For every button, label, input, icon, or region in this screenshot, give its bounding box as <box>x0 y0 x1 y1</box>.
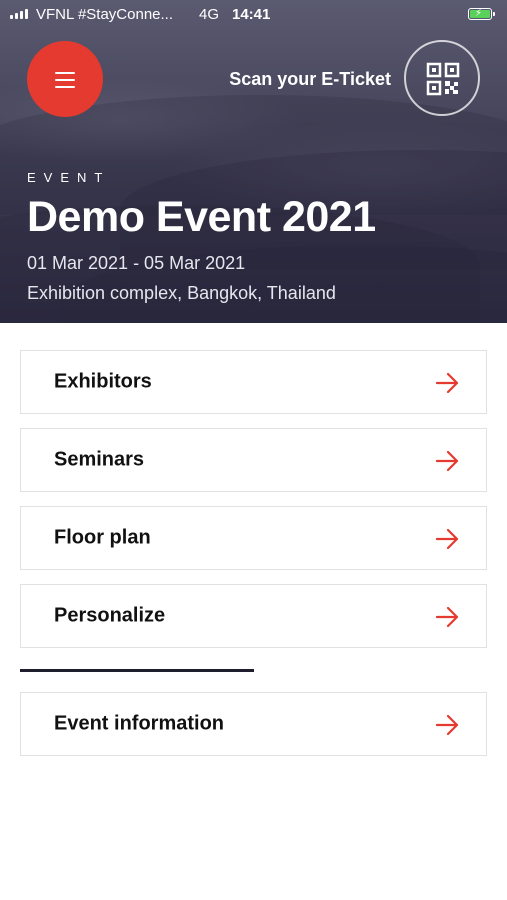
status-bar: VFNL #StayConne... 4G 14:41 ⚡ <box>0 0 507 30</box>
floor-plan-link[interactable]: Floor plan <box>20 506 487 570</box>
arrow-right-icon <box>436 714 459 736</box>
nav-item-label: Exhibitors <box>54 370 152 393</box>
event-venue: Exhibition complex, Bangkok, Thailand <box>27 283 336 303</box>
scan-ticket-button[interactable] <box>404 40 480 116</box>
status-time: 14:41 <box>232 6 271 23</box>
event-hero: VFNL #StayConne... 4G 14:41 ⚡ Scan your … <box>0 0 507 323</box>
nav-item-label: Personalize <box>54 604 166 627</box>
scan-ticket-label[interactable]: Scan your E-Ticket <box>229 69 391 90</box>
nav-item-label: Floor plan <box>54 526 151 549</box>
arrow-right-icon <box>436 372 459 394</box>
carrier-name: VFNL #StayConne... <box>36 6 174 23</box>
seminars-link[interactable]: Seminars <box>20 428 487 492</box>
section-divider <box>20 669 254 672</box>
nav-item-label: Seminars <box>54 448 145 471</box>
event-information-link[interactable]: Event information <box>20 692 487 756</box>
hamburger-menu-icon <box>55 72 75 93</box>
nav-item-label: Event information <box>54 712 225 735</box>
event-dates: 01 Mar 2021 - 05 Mar 2021 <box>27 253 246 273</box>
network-type: 4G <box>199 6 220 23</box>
exhibitors-link[interactable]: Exhibitors <box>20 350 487 414</box>
battery-charging-icon: ⚡ <box>468 8 495 20</box>
event-eyebrow: EVENT <box>27 170 111 185</box>
arrow-right-icon <box>436 528 459 550</box>
arrow-right-icon <box>436 450 459 472</box>
signal-icon <box>10 9 28 19</box>
personalize-link[interactable]: Personalize <box>20 584 487 648</box>
qr-code-icon <box>426 62 460 96</box>
event-title: Demo Event 2021 <box>27 193 376 241</box>
menu-button[interactable] <box>27 41 103 117</box>
arrow-right-icon <box>436 606 459 628</box>
